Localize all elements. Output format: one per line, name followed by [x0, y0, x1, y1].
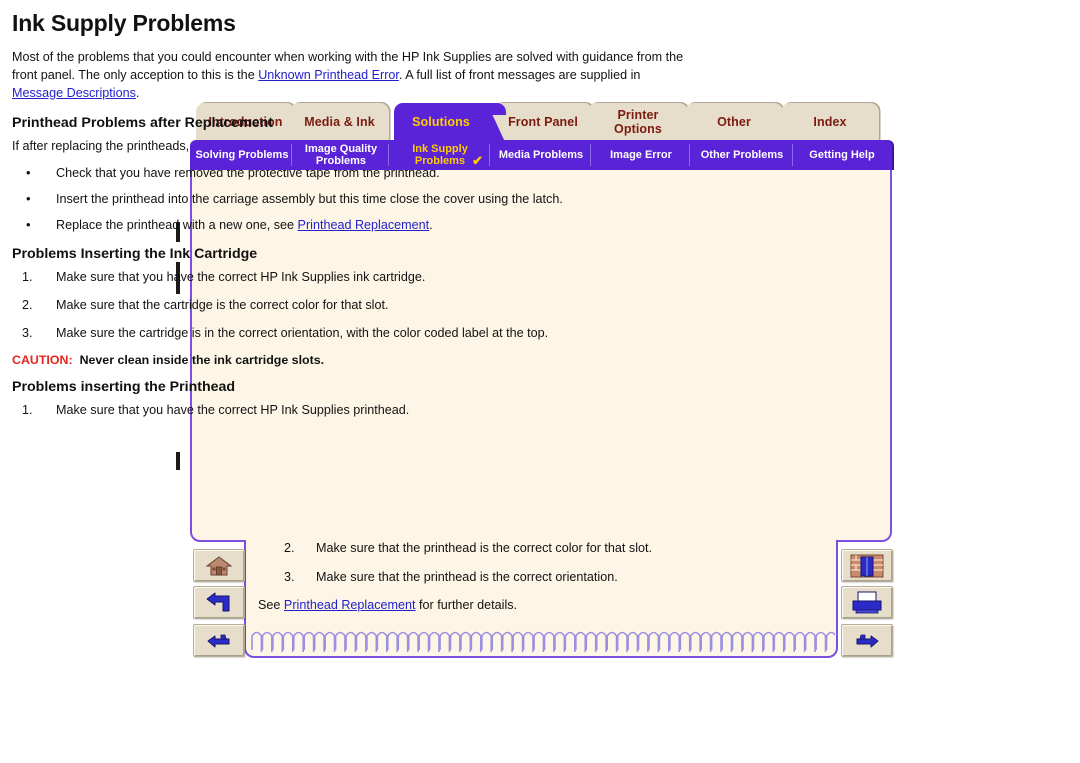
list-item-text: Make sure that the printhead is the corr…	[316, 570, 618, 584]
change-bar	[176, 452, 180, 470]
list-item-text: Insert the printhead into the carriage a…	[56, 191, 563, 206]
sidebar-item-getting-help[interactable]: Getting Help	[794, 140, 890, 170]
list-item: 3. Make sure that the printhead is the c…	[256, 569, 826, 586]
link-printhead-replacement[interactable]: Printhead Replacement	[298, 218, 430, 232]
back-button[interactable]	[193, 586, 245, 619]
see-also-suffix: for further details.	[415, 598, 518, 612]
list-item: 2. Make sure that the printhead is the c…	[256, 540, 826, 557]
subtab-divider	[590, 144, 591, 166]
printhead-problems-bullet-list: • Check that you have removed the protec…	[12, 165, 688, 234]
subtab-image-quality-label-line1: Image Quality	[304, 142, 378, 155]
next-page-button[interactable]	[841, 624, 893, 657]
home-button[interactable]	[193, 549, 245, 582]
sidebar-item-media-problems[interactable]: Media Problems	[491, 140, 591, 170]
library-button[interactable]	[841, 549, 893, 582]
sidebar-item-image-error[interactable]: Image Error	[592, 140, 690, 170]
checkmark-icon: ✔	[472, 153, 483, 168]
printer-icon	[852, 591, 882, 613]
see-also-prefix: See	[258, 598, 284, 612]
list-item-number: 1.	[22, 402, 33, 417]
caution-text: Never clean inside the ink cartridge slo…	[79, 352, 325, 367]
section-heading-printhead-problems: Printhead Problems after Replacement	[12, 114, 273, 131]
pointing-hand-left-icon	[207, 634, 230, 647]
subtab-image-error-label: Image Error	[610, 148, 672, 161]
ink-cartridge-numbered-list: 1. Make sure that you have the correct H…	[12, 269, 688, 342]
link-message-descriptions[interactable]: Message Descriptions	[12, 86, 136, 100]
list-item-number: 2.	[284, 541, 295, 555]
bullet-icon: •	[26, 164, 31, 180]
caution-label: CAUTION:	[12, 352, 73, 367]
list-item: • Replace the printhead with a new one, …	[12, 217, 688, 234]
subtab-image-quality-label-line2: Problems	[315, 155, 367, 167]
tab-solutions-label: Solutions	[412, 114, 470, 129]
section-heading-inserting-printhead: Problems inserting the Printhead	[12, 378, 236, 395]
subtab-getting-help-label: Getting Help	[809, 148, 875, 161]
list-item-text: Make sure that the printhead is the corr…	[316, 541, 652, 555]
previous-page-button[interactable]	[193, 624, 245, 657]
tab-index-label: Index	[813, 114, 847, 129]
list-item: • Insert the printhead into the carriage…	[12, 191, 688, 208]
subtab-divider	[489, 144, 490, 166]
page-content: Ink Supply Problems Most of the problems…	[12, 6, 688, 430]
list-item-text: Make sure that you have the correct HP I…	[56, 402, 410, 417]
bullet-icon: •	[26, 190, 31, 206]
printhead-numbered-list-lower: 2. Make sure that the printhead is the c…	[256, 540, 826, 586]
tab-other[interactable]: Other	[685, 103, 783, 142]
list-item: 3. Make sure the cartridge is in the cor…	[12, 325, 688, 342]
list-item-number: 2.	[22, 297, 33, 312]
subtab-divider	[291, 144, 292, 166]
sidebar-item-other-problems[interactable]: Other Problems	[691, 140, 793, 170]
sidebar-item-image-quality-problems[interactable]: Image Quality Problems	[293, 140, 389, 170]
tab-other-label: Other	[717, 114, 751, 129]
intro-text-part2: . A full list of front messages are supp…	[398, 67, 641, 82]
subtab-other-problems-label: Other Problems	[700, 148, 784, 161]
subtab-ink-supply-label-line2: Problems	[414, 155, 466, 167]
subtab-media-problems-label: Media Problems	[498, 148, 584, 161]
tab-index[interactable]: Index	[781, 103, 879, 142]
subtab-divider	[388, 144, 389, 166]
page-title: Ink Supply Problems	[12, 10, 236, 36]
list-item-number: 1.	[22, 269, 33, 284]
list-item: 1. Make sure that you have the correct H…	[12, 269, 688, 286]
print-button[interactable]	[841, 586, 893, 619]
list-item: 1. Make sure that you have the correct H…	[12, 402, 688, 419]
subtab-ink-supply-label-line1: Ink Supply	[412, 142, 468, 155]
list-item-number: 3.	[22, 325, 33, 340]
list-item-text: Replace the printhead with a new one, se…	[56, 217, 298, 232]
spiral-binding-decoration	[251, 631, 835, 652]
list-item-number: 3.	[284, 570, 295, 584]
list-item-text: Make sure the cartridge is in the correc…	[56, 325, 549, 340]
help-document-viewer: Introduction Media & Ink Solutions Front…	[0, 0, 1080, 763]
link-unknown-printhead-error[interactable]: Unknown Printhead Error	[258, 68, 399, 82]
list-item: 2. Make sure that the cartridge is the c…	[12, 297, 688, 314]
home-icon	[206, 555, 232, 575]
pointing-hand-right-icon	[856, 634, 879, 647]
section-heading-ink-cartridge: Problems Inserting the Ink Cartridge	[12, 245, 258, 262]
see-also-line: See Printhead Replacement for further de…	[256, 598, 826, 612]
sidebar-item-ink-supply-problems[interactable]: Ink Supply Problems ✔	[390, 140, 490, 170]
list-item-text: Make sure that you have the correct HP I…	[56, 269, 426, 284]
list-item-tail: .	[429, 217, 433, 232]
tab-solutions[interactable]: Solutions	[394, 103, 506, 142]
subtab-divider	[689, 144, 690, 166]
tab-solutions-fold	[488, 103, 506, 115]
bullet-icon: •	[26, 216, 31, 232]
intro-paragraph: Most of the problems that you could enco…	[12, 49, 688, 103]
link-printhead-replacement-see-also[interactable]: Printhead Replacement	[284, 598, 416, 612]
subtab-divider	[792, 144, 793, 166]
sub-tab-bar: Solving Problems Image Quality Problems …	[190, 140, 892, 170]
page-content-lower: 2. Make sure that the printhead is the c…	[256, 536, 826, 612]
caution-note: CAUTION: Never clean inside the ink cartr…	[12, 353, 688, 367]
sidebar-item-solving-problems[interactable]: Solving Problems	[192, 140, 292, 170]
bookshelf-icon	[850, 554, 884, 577]
printhead-numbered-list-upper: 1. Make sure that you have the correct H…	[12, 402, 688, 419]
intro-text-part3: .	[135, 85, 140, 100]
list-item-text: Make sure that the cartridge is the corr…	[56, 297, 389, 312]
subtab-solving-problems-label: Solving Problems	[195, 148, 289, 161]
back-arrow-icon	[206, 592, 230, 611]
